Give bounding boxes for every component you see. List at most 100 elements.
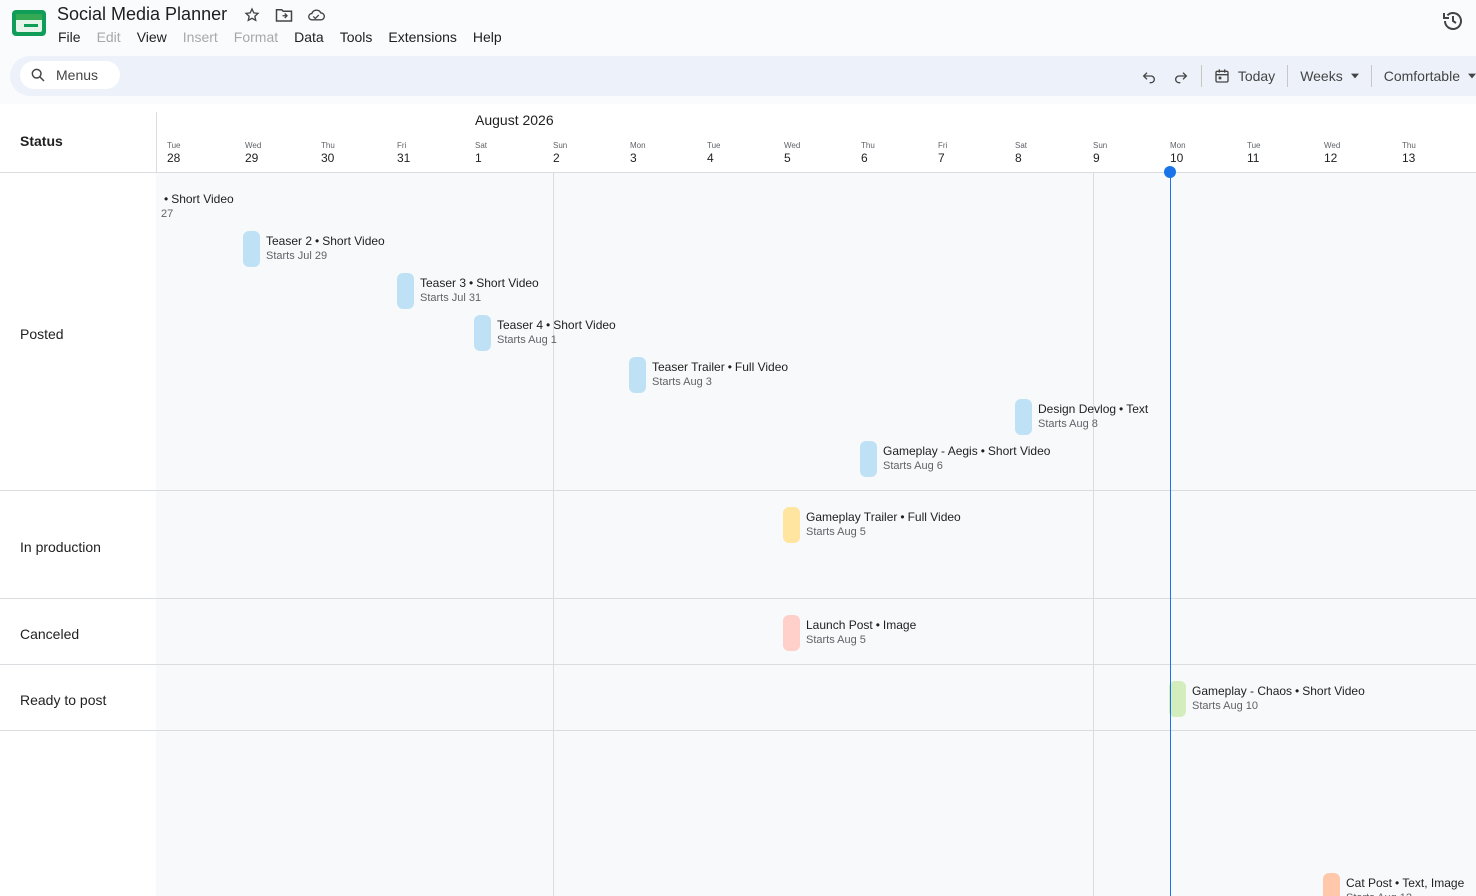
- day-header: Wed 12: [1324, 141, 1364, 165]
- day-of-week: Mon: [630, 141, 646, 150]
- timeline-event-card[interactable]: Teaser 3 • Short Video Starts Jul 31: [397, 273, 539, 309]
- event-status-chip[interactable]: [474, 315, 491, 351]
- day-of-week: Tue: [1247, 141, 1261, 150]
- document-title[interactable]: Social Media Planner: [57, 4, 227, 25]
- redo-icon: [1174, 72, 1188, 84]
- event-status-chip[interactable]: [243, 231, 260, 267]
- timeline-event-card[interactable]: • Short Video 27: [156, 189, 234, 225]
- event-start-date: Starts Aug 10: [1192, 700, 1259, 712]
- event-status-chip[interactable]: [1015, 399, 1032, 435]
- event-status-chip[interactable]: [629, 357, 646, 393]
- menu-bar: File Edit View Insert Format Data Tools Extensi…: [58, 29, 502, 45]
- day-header: Mon 10: [1170, 141, 1210, 165]
- group-label-in-production: In production: [20, 539, 101, 555]
- day-of-week: Thu: [1402, 141, 1416, 150]
- timeline-event-card[interactable]: Teaser 2 • Short Video Starts Jul 29: [243, 231, 385, 267]
- event-start-date: Starts Aug 6: [883, 460, 943, 472]
- day-of-week: Tue: [167, 141, 181, 150]
- menu-tools[interactable]: Tools: [340, 29, 373, 45]
- chevron-down-icon: [1468, 73, 1476, 79]
- event-title: Gameplay - Chaos: [1192, 684, 1293, 698]
- toolbar: Menus Today Weeks Comfortable: [10, 56, 1476, 96]
- event-type: Short Video: [476, 276, 539, 290]
- density-dropdown[interactable]: Comfortable: [1376, 62, 1476, 90]
- day-header: Thu 13: [1402, 141, 1442, 165]
- day-of-week: Thu: [861, 141, 875, 150]
- sheets-logo-icon[interactable]: [12, 10, 46, 36]
- event-type: Short Video: [553, 318, 616, 332]
- time-scale-dropdown[interactable]: Weeks: [1292, 62, 1367, 90]
- search-menus-button[interactable]: Menus: [20, 61, 120, 89]
- menu-help[interactable]: Help: [473, 29, 502, 45]
- event-start-date: Starts Jul 29: [266, 250, 328, 262]
- event-status-chip[interactable]: [783, 507, 800, 543]
- event-type: Short Video: [322, 234, 385, 248]
- event-type: Short Video: [987, 444, 1051, 458]
- day-number: 2: [553, 151, 560, 165]
- group-by-header[interactable]: Status: [20, 133, 63, 149]
- day-of-week: Fri: [397, 141, 407, 150]
- day-header: Sun 2: [553, 141, 593, 165]
- timeline-event-card[interactable]: Design Devlog • Text Starts Aug 8: [1015, 399, 1148, 435]
- day-number: 28: [167, 151, 181, 165]
- timeline-event-card[interactable]: Cat Post•Text, ImageStarts Aug 12: [1323, 873, 1464, 896]
- undo-button[interactable]: [1133, 62, 1165, 90]
- event-start-date: Starts Aug 3: [652, 376, 712, 388]
- undo-icon: [1142, 72, 1155, 84]
- day-header: Thu 6: [861, 141, 901, 165]
- day-number: 1: [475, 151, 482, 165]
- timeline-view: Status August 2026 Tue 28 Wed 29 Thu 30 Fri 31 S…: [0, 104, 1476, 896]
- event-title: Teaser 2: [266, 234, 313, 248]
- day-of-week: Fri: [938, 141, 948, 150]
- day-number: 11: [1247, 151, 1260, 165]
- menu-view[interactable]: View: [137, 29, 167, 45]
- redo-button[interactable]: [1165, 62, 1197, 90]
- today-button[interactable]: Today: [1206, 62, 1283, 90]
- event-status-chip[interactable]: [1169, 681, 1186, 717]
- event-title: Gameplay - Aegis: [883, 444, 978, 458]
- day-number: 4: [707, 151, 714, 165]
- timeline-event-card[interactable]: Teaser 4 • Short Video Starts Aug 1: [474, 315, 616, 351]
- day-header: Thu 30: [321, 141, 361, 165]
- event-status-chip[interactable]: [397, 273, 414, 309]
- timeline-event-card[interactable]: Gameplay - Chaos • Short Video Starts Aug 1…: [1169, 681, 1365, 717]
- event-start-date: Starts Aug 5: [806, 634, 866, 646]
- event-title: Teaser 4: [497, 318, 544, 332]
- event-start-date: 27: [161, 208, 174, 220]
- day-number: 6: [861, 151, 868, 165]
- day-of-week: Wed: [245, 141, 262, 150]
- day-number: 13: [1402, 151, 1416, 165]
- time-scale-label: Weeks: [1300, 68, 1343, 84]
- timeline-event-card[interactable]: Gameplay Trailer • Full Video Starts Aug 5: [783, 507, 961, 543]
- timeline-event-card[interactable]: Launch Post • Image Starts Aug 5: [783, 615, 916, 651]
- version-history-icon[interactable]: [1441, 9, 1465, 33]
- timeline-event-card[interactable]: Teaser Trailer • Full Video Starts Aug 3: [629, 357, 788, 393]
- event-start-date: Starts Aug 8: [1038, 418, 1098, 430]
- event-status-chip[interactable]: [783, 615, 800, 651]
- event-type: Short Video: [171, 192, 234, 206]
- day-of-week: Sun: [553, 141, 568, 150]
- move-to-folder-icon[interactable]: [275, 6, 293, 24]
- star-icon[interactable]: [243, 6, 261, 24]
- event-start-date: Starts Jul 31: [420, 292, 482, 304]
- menu-extensions[interactable]: Extensions: [388, 29, 456, 45]
- event-status-chip[interactable]: [860, 441, 877, 477]
- event-type: Text, Image: [1402, 876, 1465, 890]
- menu-data[interactable]: Data: [294, 29, 324, 45]
- density-label: Comfortable: [1383, 68, 1460, 84]
- day-of-week: Thu: [321, 141, 335, 150]
- cloud-status-icon[interactable]: [307, 6, 325, 24]
- day-number: 3: [630, 151, 637, 165]
- event-start-date: Starts Aug 1: [497, 334, 557, 346]
- day-header: Sat 8: [1015, 141, 1055, 165]
- day-number: 10: [1170, 151, 1184, 165]
- menu-file[interactable]: File: [58, 29, 81, 45]
- day-header: Tue 4: [707, 141, 747, 165]
- event-status-chip[interactable]: [1323, 873, 1340, 896]
- calendar-icon: [1215, 69, 1229, 83]
- day-header: Fri 7: [938, 141, 978, 165]
- day-of-week: Sat: [475, 141, 488, 150]
- day-number: 9: [1093, 151, 1100, 165]
- event-type: Full Video: [734, 360, 789, 374]
- timeline-event-card[interactable]: Gameplay - Aegis • Short Video Starts Aug 6: [860, 441, 1050, 477]
